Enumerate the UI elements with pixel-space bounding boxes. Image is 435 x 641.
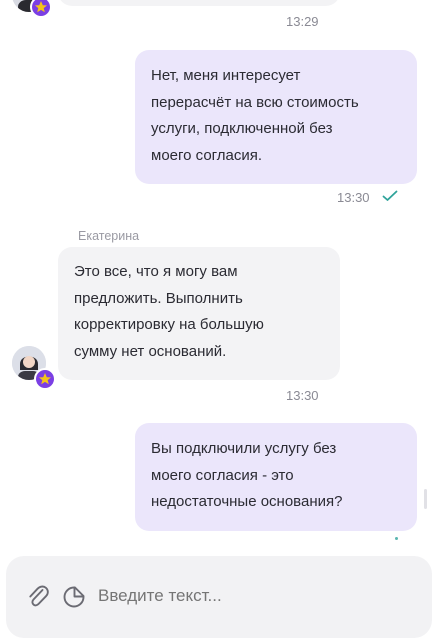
paperclip-icon[interactable] xyxy=(26,583,50,609)
message-bubble-outgoing: Нет, меня интересует перерасчёт на всю с… xyxy=(135,50,417,184)
message-input[interactable] xyxy=(98,586,398,606)
message-bubble-incoming: Это все, что я могу вам предложить. Выпо… xyxy=(58,247,340,380)
sticker-icon[interactable] xyxy=(62,585,86,609)
double-check-icon xyxy=(382,190,398,201)
chat-window: 13:29 Нет, меня интересует перерасчёт на… xyxy=(0,0,435,641)
scrollbar-thumb[interactable] xyxy=(424,489,427,509)
message-bubble-outgoing: Вы подключили услугу без моего согласия … xyxy=(135,423,417,531)
message-time: 13:29 xyxy=(286,14,319,29)
sending-indicator xyxy=(395,537,398,540)
agent-avatar xyxy=(12,346,56,390)
sender-name: Екатерина xyxy=(78,229,140,243)
message-time: 13:30 xyxy=(337,190,370,205)
message-composer xyxy=(6,556,432,638)
composer-area xyxy=(0,553,435,641)
message-bubble-incoming-partial xyxy=(58,0,340,6)
star-badge-icon xyxy=(30,0,52,18)
message-time: 13:30 xyxy=(286,388,319,403)
agent-avatar-top xyxy=(12,0,52,18)
star-badge-icon xyxy=(34,368,56,390)
